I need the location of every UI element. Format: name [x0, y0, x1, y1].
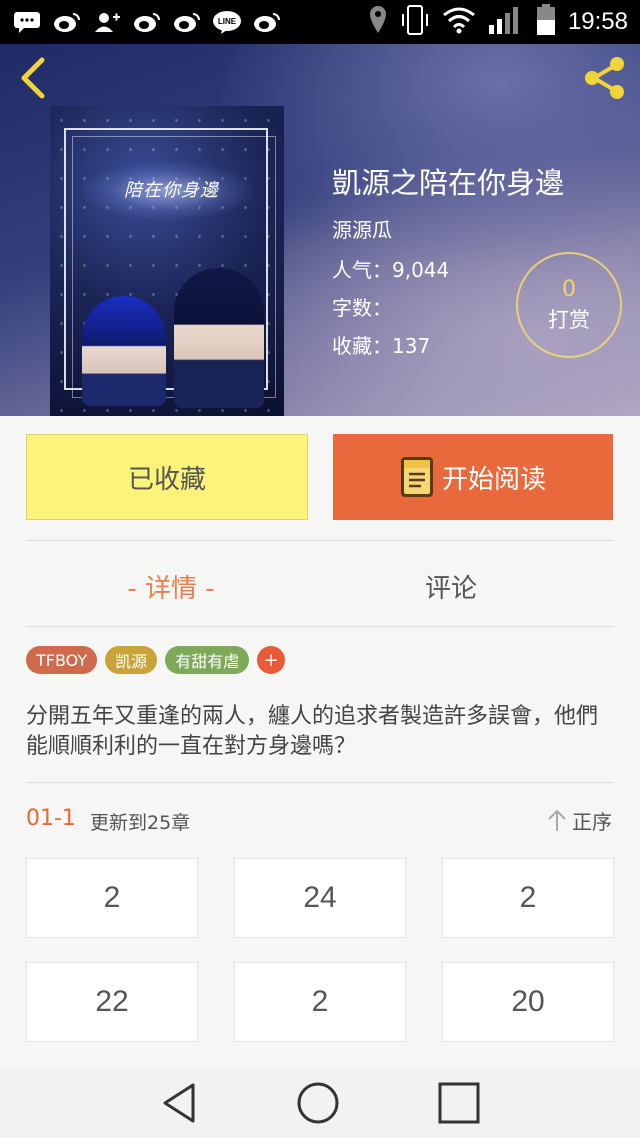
reward-count: 0 [562, 276, 576, 302]
tab-detail[interactable]: - 详情 - [26, 556, 316, 616]
arrow-up-icon [548, 809, 566, 831]
nav-recents-icon[interactable] [437, 1081, 481, 1125]
divider [26, 782, 614, 783]
weibo-icon [252, 10, 282, 34]
chapter-cell[interactable]: 24 [234, 858, 406, 938]
chapter-cell[interactable]: 20 [442, 962, 614, 1042]
contact-add-icon [92, 10, 122, 34]
status-bar: LINE 19:58 [0, 0, 640, 44]
collected-label: 已收藏 [127, 464, 206, 495]
reward-button[interactable]: 0 打赏 [516, 252, 622, 358]
cover-figure-right [174, 268, 264, 408]
book-author[interactable]: 源源瓜 [332, 214, 392, 243]
nav-back-icon[interactable] [159, 1081, 199, 1125]
sort-order-button[interactable]: 正序 [546, 806, 612, 835]
tag-kaiyuan[interactable]: 凯源 [105, 646, 158, 674]
book-header: 陪在你身邊 凱源之陪在你身邊 源源瓜 人气：9,044 字数： 收藏：137 0… [0, 44, 640, 416]
book-cover[interactable]: 陪在你身邊 [50, 106, 284, 416]
tag-tfboy[interactable]: TFBOY [26, 646, 98, 674]
chapter-update-status: 更新到25章 [90, 812, 191, 834]
book-favorites: 收藏：137 [332, 334, 431, 358]
weibo-icon [172, 10, 202, 34]
chapter-cell[interactable]: 2 [442, 858, 614, 938]
add-tag-button[interactable]: + [257, 646, 286, 674]
svg-text:LINE: LINE [218, 17, 237, 26]
book-popularity: 人气：9,044 [332, 258, 450, 282]
signal-icon [488, 5, 524, 39]
chapter-cell[interactable]: 2 [234, 962, 406, 1042]
divider [26, 540, 614, 541]
chapter-cell[interactable]: 2 [26, 858, 198, 938]
weibo-icon [132, 10, 162, 34]
tag-list: TFBOY 凯源 有甜有虐 + [26, 646, 286, 674]
book-title: 凱源之陪在你身邊 [332, 166, 565, 200]
line-icon: LINE [212, 10, 242, 34]
weibo-icon [52, 10, 82, 34]
sort-order-label: 正序 [572, 810, 612, 834]
battery-icon [536, 4, 556, 40]
tag-sweet-and-sad[interactable]: 有甜有虐 [165, 646, 250, 674]
status-time: 19:58 [567, 8, 628, 35]
status-right-icons: 19:58 [368, 4, 628, 40]
location-icon [368, 5, 388, 39]
chapter-cell[interactable]: 22 [26, 962, 198, 1042]
app-root: LINE 19:58 陪在你身邊 凱源之陪在你身邊 源源瓜 人气：9,044 字… [0, 0, 640, 1138]
status-left-icons: LINE [12, 10, 282, 34]
start-reading-button[interactable]: 开始阅读 [333, 434, 613, 520]
book-word-count: 字数： [332, 296, 392, 320]
reward-label: 打赏 [548, 307, 590, 332]
book-icon [400, 457, 433, 497]
back-button[interactable] [14, 56, 54, 100]
nav-home-icon[interactable] [296, 1081, 340, 1125]
system-nav-bar [0, 1068, 640, 1138]
cover-title: 陪在你身邊 [124, 180, 219, 201]
chevron-left-icon [21, 57, 45, 99]
chapter-range[interactable]: 01-1 [26, 806, 76, 831]
start-reading-label: 开始阅读 [441, 464, 546, 495]
cover-figure-left [82, 296, 166, 406]
tab-comment[interactable]: 评论 [306, 556, 596, 616]
vibrate-icon [400, 4, 430, 40]
collected-button[interactable]: 已收藏 [26, 434, 308, 520]
wifi-icon [442, 6, 476, 38]
divider [26, 626, 614, 627]
share-icon [585, 57, 624, 99]
message-icon [12, 10, 42, 34]
share-button[interactable] [580, 56, 630, 100]
book-description: 分開五年又重逢的兩人，纏人的追求者製造許多誤會，他們能順順利利的一直在對方身邊嗎… [26, 704, 599, 759]
